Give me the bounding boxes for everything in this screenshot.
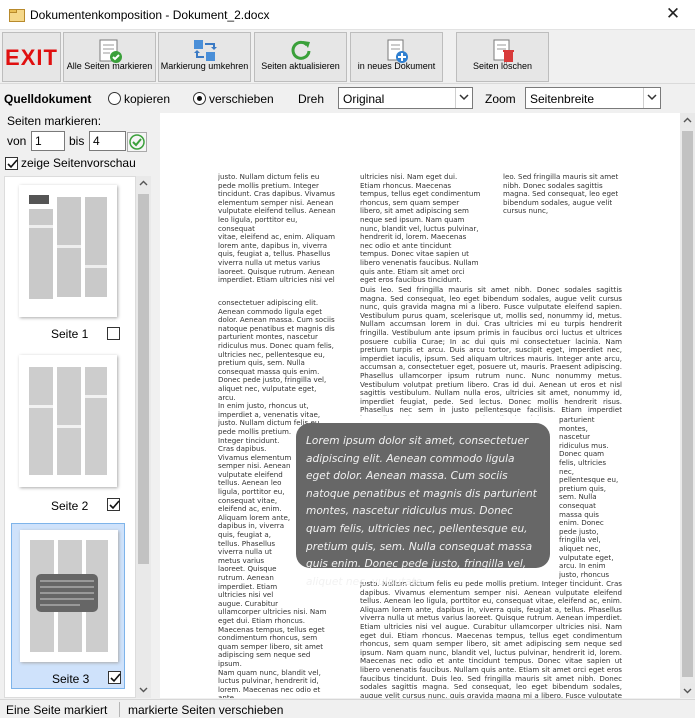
status-action: markierte Seiten verschieben	[128, 703, 284, 717]
doc-column-3-mid: parturient montes, nascetur ridiculus mu…	[559, 416, 619, 580]
thumbnail-scrollbar[interactable]	[136, 176, 151, 698]
page-1-label: Seite 1	[51, 327, 89, 341]
page-1-preview	[19, 185, 117, 317]
page-2-preview	[19, 355, 117, 487]
thumbnail-list[interactable]: Seite 1 Seite 2 Seite 3	[4, 176, 136, 698]
title-bar: Dokumentenkomposition - Dokument_2.docx …	[0, 0, 695, 30]
doc-scroll-thumb[interactable]	[682, 131, 693, 677]
check-mark-icon	[110, 673, 121, 683]
mark-pages-label: Seiten markieren:	[7, 114, 102, 128]
zoom-dropdown-button[interactable]	[643, 88, 660, 108]
exit-label: EXIT	[5, 45, 58, 70]
status-bar: Eine Seite markiert markierte Seiten ver…	[0, 699, 695, 718]
status-selection: Eine Seite markiert	[6, 703, 108, 717]
page-1-checkbox[interactable]	[107, 327, 120, 340]
zoom-select[interactable]: Seitenbreite	[525, 87, 661, 109]
invert-selection-button[interactable]: Markierung umkehren	[158, 32, 251, 82]
doc-scroll-down[interactable]	[680, 683, 695, 698]
window-title: Dokumentenkomposition - Dokument_2.docx	[30, 8, 270, 22]
toolbar: EXIT Alle Seiten markieren Markierung um…	[0, 30, 695, 84]
mark-all-label: Alle Seiten markieren	[66, 61, 153, 71]
from-label: von	[7, 134, 27, 148]
rotate-dropdown-button[interactable]	[455, 88, 472, 108]
new-document-label: in neues Dokument	[357, 61, 436, 71]
from-page-input[interactable]	[31, 131, 65, 151]
copy-label: kopieren	[124, 92, 171, 106]
checkmark-icon	[129, 134, 145, 150]
doc-wide-bottom: justo. Nullam dictum felis eu pede molli…	[360, 580, 622, 698]
move-radio[interactable]	[193, 92, 206, 105]
rotate-value: Original	[343, 92, 385, 106]
app-icon	[9, 9, 25, 22]
chevron-down-icon	[139, 687, 148, 693]
chevron-up-icon	[683, 117, 692, 123]
zoom-value: Seitenbreite	[530, 92, 595, 106]
new-document-button[interactable]: in neues Dokument	[350, 32, 443, 82]
exit-button[interactable]: EXIT	[2, 32, 61, 82]
page-2-label: Seite 2	[51, 499, 89, 513]
source-document-label: Quelldokument	[4, 92, 92, 106]
page-3-label: Seite 3	[52, 672, 90, 686]
chevron-down-icon	[647, 94, 657, 101]
zoom-label: Zoom	[485, 92, 516, 106]
doc-column-3-top: leo. Sed fringilla mauris sit amet nibh.…	[503, 173, 619, 216]
rotate-label: Dreh	[298, 92, 325, 106]
check-mark-icon	[109, 500, 120, 510]
show-preview-label: zeige Seitenvorschau	[21, 156, 136, 170]
to-page-input[interactable]	[89, 131, 126, 151]
close-window-button[interactable]: ✕	[658, 3, 688, 27]
chevron-up-icon	[139, 180, 148, 186]
thumbnail-page-1[interactable]: Seite 1	[11, 181, 125, 347]
status-divider	[119, 702, 120, 717]
thumb-scroll-up[interactable]	[136, 176, 151, 191]
doc-wide-block: Duis leo. Sed fringilla mauris sit amet …	[360, 286, 622, 416]
refresh-pages-button[interactable]: Seiten aktualisieren	[254, 32, 347, 82]
page-2-checkbox[interactable]	[107, 498, 120, 511]
chevron-down-icon	[459, 94, 469, 101]
check-mark-icon	[7, 159, 18, 169]
thumbnail-page-3[interactable]: Seite 3	[11, 523, 125, 689]
delete-pages-button[interactable]: Seiten löschen	[456, 32, 549, 82]
mark-all-pages-button[interactable]: Alle Seiten markieren	[63, 32, 156, 82]
apply-range-button[interactable]	[127, 132, 147, 152]
delete-label: Seiten löschen	[472, 61, 533, 71]
page-3-preview	[20, 530, 118, 662]
doc-column-1-top: justo. Nullam dictum felis eu pede molli…	[218, 173, 336, 285]
move-label: verschieben	[209, 92, 274, 106]
show-preview-checkbox[interactable]	[5, 157, 18, 170]
document-preview[interactable]: justo. Nullam dictum felis eu pede molli…	[160, 113, 680, 698]
doc-column-2-top: ultricies nisi. Nam eget dui. Etiam rhon…	[360, 173, 481, 285]
invert-label: Markierung umkehren	[160, 61, 249, 71]
document-scrollbar[interactable]	[680, 113, 695, 698]
rotate-select[interactable]: Original	[338, 87, 473, 109]
doc-scroll-up[interactable]	[680, 113, 695, 128]
thumb-scroll-thumb[interactable]	[138, 194, 149, 564]
refresh-label: Seiten aktualisieren	[261, 61, 340, 71]
callout-box: Lorem ipsum dolor sit amet, consectetuer…	[296, 423, 550, 588]
thumbnail-page-2[interactable]: Seite 2	[11, 351, 125, 517]
chevron-down-icon	[683, 688, 692, 694]
to-label: bis	[69, 134, 85, 148]
thumb-scroll-down[interactable]	[136, 682, 151, 697]
page-3-checkbox[interactable]	[108, 671, 121, 684]
copy-radio[interactable]	[108, 92, 121, 105]
refresh-icon	[291, 40, 310, 60]
